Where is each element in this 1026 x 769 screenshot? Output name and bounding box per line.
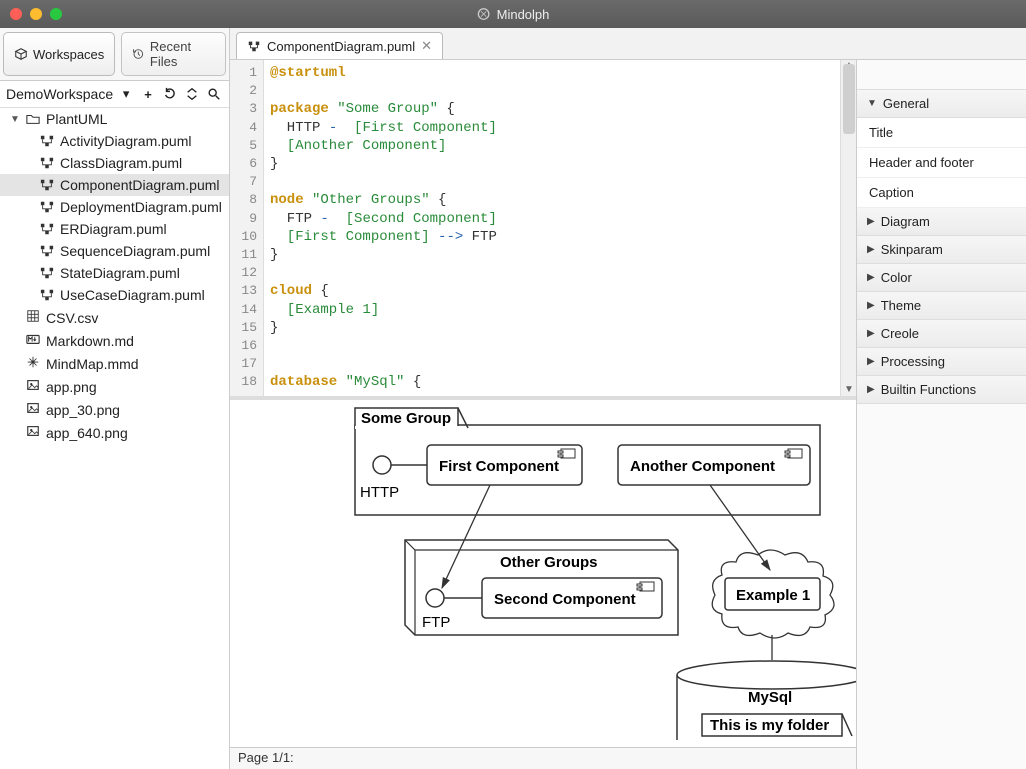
code-content[interactable]: @startuml package "Some Group" { HTTP - …: [264, 60, 840, 396]
accordion-section[interactable]: ▶Skinparam: [857, 236, 1026, 264]
tree-file[interactable]: UseCaseDiagram.puml: [0, 284, 229, 306]
svg-text:Other Groups: Other Groups: [500, 554, 598, 571]
workspace-bar: DemoWorkspace ▾ +: [0, 81, 229, 108]
tree-file[interactable]: app_640.png: [0, 421, 229, 444]
puml-file-icon: [40, 156, 54, 170]
center-panel: ComponentDiagram.puml ✕ 1 2 3 4 5 6 7 8 …: [230, 28, 1026, 769]
svg-text:First Component: First Component: [439, 458, 559, 475]
database-mysql: MySql This is my folder: [677, 661, 856, 740]
tree-file[interactable]: StateDiagram.puml: [0, 262, 229, 284]
close-window-icon[interactable]: [10, 8, 22, 20]
cloud-example: Example 1: [712, 550, 834, 638]
sidebar-option[interactable]: Header and footer: [857, 148, 1026, 178]
svg-text:FTP: FTP: [422, 614, 450, 631]
tree-file[interactable]: app.png: [0, 375, 229, 398]
app-title: Mindolph: [477, 7, 550, 22]
close-tab-icon[interactable]: ✕: [421, 38, 432, 54]
folder-icon: [26, 112, 40, 126]
tree-file[interactable]: MindMap.mmd: [0, 352, 229, 375]
puml-file-icon: [40, 266, 54, 280]
file-tree: ▼ PlantUML ActivityDiagram.pumlClassDiag…: [0, 108, 229, 769]
md-icon: [26, 332, 40, 349]
line-gutter: 1 2 3 4 5 6 7 8 9 10 11 12 13 14 15 16 1…: [230, 60, 264, 396]
img-icon: [26, 378, 40, 395]
tree-file[interactable]: ComponentDiagram.puml: [0, 174, 229, 196]
right-panel: ▼General TitleHeader and footerCaption ▶…: [856, 60, 1026, 769]
puml-file-icon: [40, 222, 54, 236]
refresh-icon[interactable]: [161, 85, 179, 103]
accordion-section[interactable]: ▶Diagram: [857, 208, 1026, 236]
img-icon: [26, 424, 40, 441]
puml-file-icon: [40, 134, 54, 148]
tree-file[interactable]: app_30.png: [0, 398, 229, 421]
history-icon: [132, 47, 145, 61]
tree-file[interactable]: ClassDiagram.puml: [0, 152, 229, 174]
accordion-section[interactable]: ▶Processing: [857, 348, 1026, 376]
diagram-preview[interactable]: Some Group HTTP First Component Another …: [230, 400, 856, 747]
sidebar-option[interactable]: Title: [857, 118, 1026, 148]
accordion-section[interactable]: ▶Builtin Functions: [857, 376, 1026, 404]
cube-icon: [14, 47, 28, 61]
code-editor[interactable]: 1 2 3 4 5 6 7 8 9 10 11 12 13 14 15 16 1…: [230, 60, 856, 400]
svg-text:MySql: MySql: [748, 689, 792, 706]
accordion-general[interactable]: ▼General: [857, 90, 1026, 118]
accordion-section[interactable]: ▶Theme: [857, 292, 1026, 320]
tree-file[interactable]: SequenceDiagram.puml: [0, 240, 229, 262]
puml-file-icon: [40, 288, 54, 302]
svg-text:Another Component: Another Component: [630, 458, 775, 475]
puml-file-icon: [40, 244, 54, 258]
accordion-section[interactable]: ▶Color: [857, 264, 1026, 292]
app-icon: [477, 7, 491, 21]
editor-tab[interactable]: ComponentDiagram.puml ✕: [236, 32, 443, 59]
svg-text:Example 1: Example 1: [736, 587, 810, 604]
grid-icon: [26, 309, 40, 326]
editor-scrollbar[interactable]: ▲ ▼: [840, 60, 856, 396]
maximize-window-icon[interactable]: [50, 8, 62, 20]
mind-icon: [26, 355, 40, 372]
tree-file[interactable]: Markdown.md: [0, 329, 229, 352]
accordion-section[interactable]: ▶Creole: [857, 320, 1026, 348]
tab-workspaces[interactable]: Workspaces: [3, 32, 115, 76]
minimize-window-icon[interactable]: [30, 8, 42, 20]
tree-file[interactable]: ERDiagram.puml: [0, 218, 229, 240]
node-other-groups: Other Groups FTP Second Component: [405, 540, 678, 635]
status-bar: Page 1/1:: [230, 747, 856, 769]
left-panel: Workspaces Recent Files DemoWorkspace ▾ …: [0, 28, 230, 769]
puml-file-icon: [40, 200, 54, 214]
tree-file[interactable]: CSV.csv: [0, 306, 229, 329]
add-icon[interactable]: +: [139, 85, 157, 103]
page-indicator: Page 1/1:: [238, 750, 294, 765]
workspace-name[interactable]: DemoWorkspace: [6, 86, 113, 102]
img-icon: [26, 401, 40, 418]
workspace-dropdown-icon[interactable]: ▾: [117, 85, 135, 103]
puml-file-icon: [247, 39, 261, 53]
svg-text:This is my folder: This is my folder: [710, 717, 829, 734]
window-controls: [10, 8, 62, 20]
title-bar: Mindolph: [0, 0, 1026, 28]
sidebar-option[interactable]: Caption: [857, 178, 1026, 208]
collapse-icon[interactable]: [183, 85, 201, 103]
search-icon[interactable]: [205, 85, 223, 103]
package-some-group: Some Group HTTP First Component Another …: [355, 408, 820, 515]
tree-file[interactable]: ActivityDiagram.puml: [0, 130, 229, 152]
puml-file-icon: [40, 178, 54, 192]
svg-text:Second Component: Second Component: [494, 591, 636, 608]
svg-text:HTTP: HTTP: [360, 484, 399, 501]
tree-folder-plantuml[interactable]: ▼ PlantUML: [0, 108, 229, 130]
tree-file[interactable]: DeploymentDiagram.puml: [0, 196, 229, 218]
svg-text:Some Group: Some Group: [361, 410, 451, 427]
tab-recent-files[interactable]: Recent Files: [121, 32, 226, 76]
